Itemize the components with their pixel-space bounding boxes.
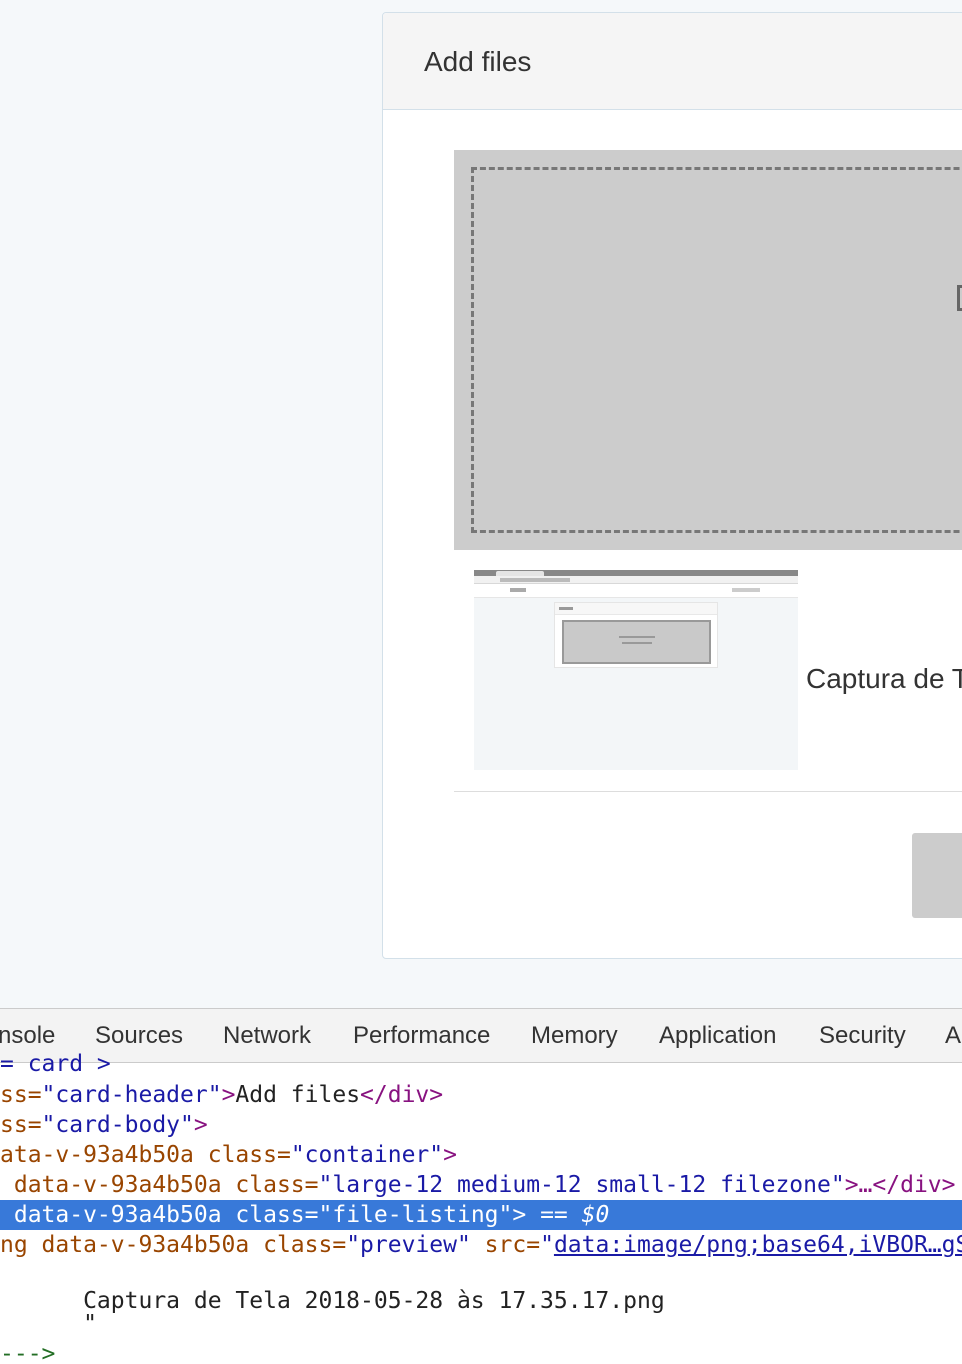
dom-line-card-header[interactable]: ss="card-header">Add files</div> — [0, 1080, 962, 1110]
file-drop-zone[interactable] — [454, 150, 962, 550]
dom-line-text-quote[interactable]: " — [0, 1309, 962, 1339]
dom-line-comment[interactable]: ---> — [0, 1339, 962, 1364]
dom-line[interactable]: = card > — [0, 1049, 962, 1079]
image-src-link[interactable]: data:image/png;base64,iVBOR…gSvC08 — [554, 1232, 962, 1258]
devtools-panel: nsole Sources Network Performance Memory… — [0, 1008, 962, 1364]
preview-card — [554, 602, 718, 668]
dom-line-filezone[interactable]: data-v-93a4b50a class="large-12 medium-1… — [0, 1170, 962, 1200]
preview-drop-zone — [562, 620, 711, 664]
dom-line-container[interactable]: ata-v-93a4b50a class="container"> — [0, 1140, 962, 1170]
file-name: Captura de Tela 2018-05-28 às 17.35.17.p… — [806, 663, 962, 694]
file-preview-thumbnail — [474, 570, 798, 770]
upload-button[interactable] — [912, 833, 962, 918]
preview-browser-urlbar — [474, 576, 798, 584]
add-files-card: Add files Captura de T — [382, 12, 962, 959]
drop-zone-dashed-border — [471, 167, 962, 533]
preview-navbar — [474, 584, 798, 598]
file-listing: Captura de Tela 2018-05-28 às 17.35.17.p… — [454, 570, 962, 792]
page-viewport: Add files Captura de T — [0, 0, 962, 1008]
dom-line-preview-img[interactable]: ng data-v-93a4b50a class="preview" src="… — [0, 1230, 962, 1260]
dom-line-card-body[interactable]: ss="card-body"> — [0, 1110, 962, 1140]
dom-line-file-listing-selected[interactable]: data-v-93a4b50a class="file-listing"> ==… — [0, 1200, 962, 1230]
drop-zone-text-fragment — [957, 285, 962, 311]
card-header: Add files — [383, 13, 962, 110]
